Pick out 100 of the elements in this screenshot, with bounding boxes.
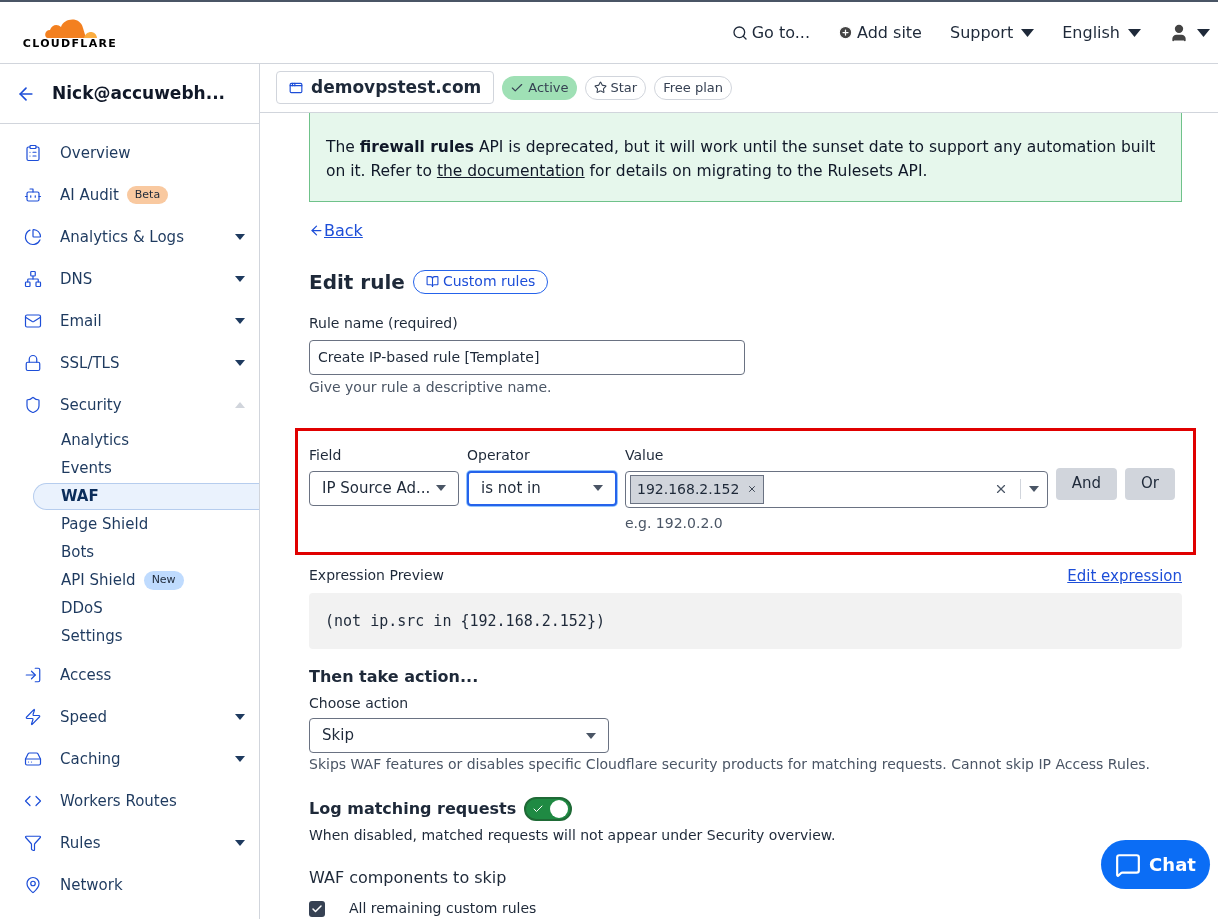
- menu-button[interactable]: English: [1062, 20, 1141, 45]
- nav-icon: [24, 876, 42, 894]
- nav-icon: [24, 750, 42, 768]
- log-toggle[interactable]: [524, 797, 573, 821]
- nav-icon: [24, 834, 42, 852]
- chat-icon: [1115, 851, 1142, 878]
- nav-icon: [24, 666, 42, 684]
- caret-icon[interactable]: [235, 714, 245, 720]
- sidebar-item[interactable]: Speed: [0, 696, 259, 738]
- sidebar-item[interactable]: Network: [0, 864, 259, 906]
- browser-icon: [289, 80, 303, 95]
- goto-button[interactable]: Go to...: [731, 20, 810, 45]
- caret-icon: [436, 485, 446, 491]
- chat-button[interactable]: Chat: [1101, 840, 1210, 889]
- documentation-link[interactable]: the documentation: [436, 161, 585, 180]
- field-label: Choose action: [309, 694, 410, 713]
- help-text: When disabled, matched requests will not appear under Security overview.: [309, 826, 837, 845]
- search-icon: [731, 24, 748, 41]
- sidebar-item[interactable]: SSL/TLS: [0, 342, 259, 384]
- remove-icon[interactable]: [747, 484, 758, 494]
- star-icon: [593, 81, 607, 95]
- logic-button[interactable]: And: [1055, 467, 1117, 500]
- sidebar-label: Speed: [60, 706, 108, 728]
- checkbox-label: All remaining custom rules: [349, 899, 537, 918]
- caret-icon[interactable]: [235, 360, 245, 366]
- account-name: Nick@accuwebh...: [52, 81, 226, 105]
- sidebar-subitem[interactable]: Events: [33, 455, 259, 482]
- caret-icon: [1028, 486, 1039, 492]
- sidebar-item[interactable]: Rules: [0, 822, 259, 864]
- section-heading: Then take action...: [309, 666, 480, 688]
- caret-icon[interactable]: [235, 840, 245, 846]
- sidebar-label: Analytics & Logs: [60, 226, 184, 248]
- sidebar-subitem[interactable]: DDoS: [33, 595, 259, 622]
- sidebar-label: SSL/TLS: [60, 352, 120, 374]
- caret-icon: [1021, 28, 1035, 37]
- caret-icon: [1128, 28, 1141, 37]
- nav-icon: [24, 312, 42, 330]
- rule-name-input[interactable]: Create IP-based rule [Template]: [309, 339, 745, 375]
- sidebar-subitem[interactable]: Page Shield: [33, 511, 259, 538]
- check-icon: [532, 803, 545, 815]
- sidebar-item[interactable]: Workers Routes: [0, 780, 259, 822]
- field-select[interactable]: IP Source Ad...: [309, 470, 459, 506]
- edit-expression-link[interactable]: Edit expression: [1067, 564, 1182, 587]
- page-title: Edit rule: [309, 268, 405, 296]
- sidebar-label: Access: [60, 664, 112, 686]
- field-label: Expression Preview: [309, 566, 444, 586]
- sidebar-item[interactable]: Overview: [0, 132, 259, 174]
- field-label: Value: [625, 445, 665, 465]
- sidebar-label: Caching: [60, 748, 121, 770]
- sidebar-subitem[interactable]: Bots: [33, 539, 259, 566]
- status-badge: Active: [502, 75, 577, 100]
- sidebar-item[interactable]: Analytics & Logs: [0, 216, 259, 258]
- sidebar-subitem[interactable]: API Shield New: [33, 567, 259, 594]
- nav-icon: [24, 228, 42, 246]
- help-text: Skips WAF features or disables specific Cloudflare security products for matching requests. Cannot skip IP Access Rules.: [309, 755, 1152, 774]
- operator-select[interactable]: is not in: [467, 470, 617, 506]
- nav-icon: [24, 186, 42, 204]
- user-icon: [1169, 22, 1189, 43]
- sidebar-subitem[interactable]: WAF: [33, 483, 259, 510]
- caret-icon: [586, 732, 596, 739]
- sidebar-label: DNS: [60, 268, 93, 290]
- sidebar-item[interactable]: AI Audit Beta: [0, 174, 259, 216]
- caret-icon: [593, 485, 603, 491]
- sidebar-label: Network: [60, 874, 123, 896]
- sidebar-subitem[interactable]: Settings: [33, 623, 259, 650]
- sidebar-item[interactable]: DNS: [0, 258, 259, 300]
- sidebar-item[interactable]: Email: [0, 300, 259, 342]
- caret-icon[interactable]: [235, 234, 245, 240]
- sidebar-label: AI Audit: [60, 184, 119, 206]
- add-site-button[interactable]: Add site: [838, 20, 922, 45]
- check-icon: [311, 902, 323, 915]
- plus-icon: [838, 25, 853, 40]
- logic-button[interactable]: Or: [1125, 467, 1175, 500]
- cloudflare-logo[interactable]: CLOUDFLARE: [16, 16, 124, 49]
- value-tag: 192.168.2.152: [630, 474, 765, 504]
- caret-icon[interactable]: [235, 756, 245, 762]
- caret-icon[interactable]: [235, 318, 245, 324]
- value-input[interactable]: 192.168.2.152: [625, 470, 1048, 508]
- caret-icon[interactable]: [235, 276, 245, 282]
- back-link[interactable]: Back: [309, 218, 363, 243]
- checkbox[interactable]: [309, 900, 325, 917]
- badge: New: [143, 571, 184, 590]
- nav-icon: [24, 270, 42, 288]
- sidebar-item[interactable]: Security: [0, 384, 259, 426]
- sidebar-subitem[interactable]: Analytics: [33, 427, 259, 454]
- book-icon: [425, 275, 439, 288]
- section-heading: Log matching requests: [309, 798, 517, 820]
- domain-selector[interactable]: demovpstest.com: [276, 71, 495, 105]
- action-select[interactable]: Skip: [309, 718, 609, 753]
- sidebar-label: Email: [60, 310, 102, 332]
- help-text: Give your rule a descriptive name.: [309, 377, 553, 397]
- user-menu-button[interactable]: [1169, 22, 1210, 43]
- help-text: e.g. 192.0.2.0: [625, 513, 724, 533]
- sidebar-item[interactable]: Caching: [0, 738, 259, 780]
- sidebar-label: Overview: [60, 142, 131, 164]
- deprecation-banner: The firewall rules API is deprecated, but it will work until the sunset date to support any automation built on it. Refer to the documentation for details on migrating to the Rulesets API.: [309, 112, 1182, 202]
- menu-button[interactable]: Support: [949, 20, 1035, 45]
- sidebar-item[interactable]: Access: [0, 654, 259, 696]
- field-label: Field: [309, 445, 343, 465]
- badge: Beta: [126, 185, 169, 205]
